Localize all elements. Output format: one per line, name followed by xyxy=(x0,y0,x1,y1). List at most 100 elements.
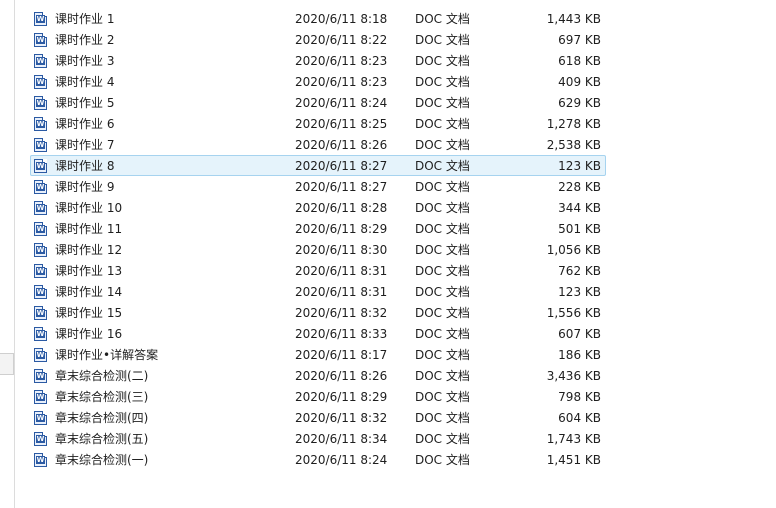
file-row[interactable]: W 课时作业 12 2020/6/11 8:30 DOC 文档 1,056 KB xyxy=(30,239,606,260)
file-size: 123 KB xyxy=(558,159,601,173)
navigation-pane xyxy=(0,0,15,508)
word-glyph: W xyxy=(36,372,45,380)
word-document-icon: W xyxy=(34,12,47,26)
file-row[interactable]: W 课时作业 6 2020/6/11 8:25 DOC 文档 1,278 KB xyxy=(30,113,606,134)
word-glyph: W xyxy=(36,162,45,170)
word-glyph: W xyxy=(36,309,45,317)
file-name: 课时作业 8 xyxy=(55,159,115,173)
word-glyph: W xyxy=(36,57,45,65)
file-name: 课时作业 11 xyxy=(55,222,123,236)
word-glyph: W xyxy=(36,456,45,464)
file-row[interactable]: W 课时作业 1 2020/6/11 8:18 DOC 文档 1,443 KB xyxy=(30,8,606,29)
file-row[interactable]: W 课时作业 3 2020/6/11 8:23 DOC 文档 618 KB xyxy=(30,50,606,71)
file-date-modified: 2020/6/11 8:29 xyxy=(295,390,388,404)
file-date-modified: 2020/6/11 8:24 xyxy=(295,453,388,467)
file-name: 课时作业 9 xyxy=(55,180,115,194)
file-date-modified: 2020/6/11 8:27 xyxy=(295,159,388,173)
file-size: 1,056 KB xyxy=(546,243,601,257)
file-size: 1,451 KB xyxy=(546,453,601,467)
word-document-icon: W xyxy=(34,411,47,425)
file-row[interactable]: W 章末综合检测(三) 2020/6/11 8:29 DOC 文档 798 KB xyxy=(30,386,606,407)
file-size: 604 KB xyxy=(558,411,601,425)
word-glyph: W xyxy=(36,120,45,128)
file-type: DOC 文档 xyxy=(415,12,470,26)
file-row[interactable]: W 课时作业 2 2020/6/11 8:22 DOC 文档 697 KB xyxy=(30,29,606,50)
file-row[interactable]: W 课时作业 8 2020/6/11 8:27 DOC 文档 123 KB xyxy=(30,155,606,176)
file-row[interactable]: W 章末综合检测(二) 2020/6/11 8:26 DOC 文档 3,436 … xyxy=(30,365,606,386)
file-name: 章末综合检测(一) xyxy=(55,453,149,467)
file-date-modified: 2020/6/11 8:25 xyxy=(295,117,388,131)
word-document-icon: W xyxy=(34,54,47,68)
file-type: DOC 文档 xyxy=(415,243,470,257)
word-document-icon: W xyxy=(34,222,47,236)
file-size: 1,743 KB xyxy=(546,432,601,446)
file-type: DOC 文档 xyxy=(415,222,470,236)
word-document-icon: W xyxy=(34,96,47,110)
word-document-icon: W xyxy=(34,75,47,89)
word-document-icon: W xyxy=(34,369,47,383)
word-document-icon: W xyxy=(34,390,47,404)
file-size: 344 KB xyxy=(558,201,601,215)
word-glyph: W xyxy=(36,204,45,212)
file-date-modified: 2020/6/11 8:23 xyxy=(295,54,388,68)
file-name: 章末综合检测(四) xyxy=(55,411,149,425)
file-size: 123 KB xyxy=(558,285,601,299)
word-glyph: W xyxy=(36,36,45,44)
word-document-icon: W xyxy=(34,138,47,152)
file-row[interactable]: W 章末综合检测(五) 2020/6/11 8:34 DOC 文档 1,743 … xyxy=(30,428,606,449)
file-date-modified: 2020/6/11 8:31 xyxy=(295,264,388,278)
file-type: DOC 文档 xyxy=(415,285,470,299)
file-date-modified: 2020/6/11 8:22 xyxy=(295,33,388,47)
file-row[interactable]: W 章末综合检测(一) 2020/6/11 8:24 DOC 文档 1,451 … xyxy=(30,449,606,470)
word-document-icon: W xyxy=(34,201,47,215)
file-type: DOC 文档 xyxy=(415,117,470,131)
file-date-modified: 2020/6/11 8:29 xyxy=(295,222,388,236)
word-document-icon: W xyxy=(34,33,47,47)
file-list: W 课时作业 1 2020/6/11 8:18 DOC 文档 1,443 KB … xyxy=(30,8,606,470)
file-size: 186 KB xyxy=(558,348,601,362)
file-size: 1,556 KB xyxy=(546,306,601,320)
file-size: 697 KB xyxy=(558,33,601,47)
file-row[interactable]: W 课时作业•详解答案 2020/6/11 8:17 DOC 文档 186 KB xyxy=(30,344,606,365)
file-row[interactable]: W 课时作业 9 2020/6/11 8:27 DOC 文档 228 KB xyxy=(30,176,606,197)
word-document-icon: W xyxy=(34,243,47,257)
file-row[interactable]: W 章末综合检测(四) 2020/6/11 8:32 DOC 文档 604 KB xyxy=(30,407,606,428)
word-document-icon: W xyxy=(34,348,47,362)
file-size: 607 KB xyxy=(558,327,601,341)
file-row[interactable]: W 课时作业 4 2020/6/11 8:23 DOC 文档 409 KB xyxy=(30,71,606,92)
file-name: 课时作业 2 xyxy=(55,33,115,47)
word-document-icon: W xyxy=(34,264,47,278)
file-type: DOC 文档 xyxy=(415,369,470,383)
file-size: 409 KB xyxy=(558,75,601,89)
file-type: DOC 文档 xyxy=(415,54,470,68)
file-row[interactable]: W 课时作业 15 2020/6/11 8:32 DOC 文档 1,556 KB xyxy=(30,302,606,323)
file-name: 课时作业 13 xyxy=(55,264,123,278)
file-type: DOC 文档 xyxy=(415,306,470,320)
file-row[interactable]: W 课时作业 5 2020/6/11 8:24 DOC 文档 629 KB xyxy=(30,92,606,113)
word-glyph: W xyxy=(36,288,45,296)
word-glyph: W xyxy=(36,78,45,86)
word-document-icon: W xyxy=(34,453,47,467)
word-document-icon: W xyxy=(34,285,47,299)
file-size: 3,436 KB xyxy=(546,369,601,383)
file-row[interactable]: W 课时作业 11 2020/6/11 8:29 DOC 文档 501 KB xyxy=(30,218,606,239)
file-size: 228 KB xyxy=(558,180,601,194)
file-row[interactable]: W 课时作业 10 2020/6/11 8:28 DOC 文档 344 KB xyxy=(30,197,606,218)
file-size: 2,538 KB xyxy=(546,138,601,152)
file-size: 618 KB xyxy=(558,54,601,68)
file-row[interactable]: W 课时作业 13 2020/6/11 8:31 DOC 文档 762 KB xyxy=(30,260,606,281)
file-size: 798 KB xyxy=(558,390,601,404)
word-document-icon: W xyxy=(34,159,47,173)
file-row[interactable]: W 课时作业 7 2020/6/11 8:26 DOC 文档 2,538 KB xyxy=(30,134,606,155)
file-type: DOC 文档 xyxy=(415,327,470,341)
pane-splitter-handle[interactable] xyxy=(0,353,14,375)
word-document-icon: W xyxy=(34,432,47,446)
file-row[interactable]: W 课时作业 14 2020/6/11 8:31 DOC 文档 123 KB xyxy=(30,281,606,302)
file-name: 章末综合检测(五) xyxy=(55,432,149,446)
file-type: DOC 文档 xyxy=(415,264,470,278)
word-glyph: W xyxy=(36,267,45,275)
file-row[interactable]: W 课时作业 16 2020/6/11 8:33 DOC 文档 607 KB xyxy=(30,323,606,344)
file-type: DOC 文档 xyxy=(415,348,470,362)
file-type: DOC 文档 xyxy=(415,159,470,173)
file-name: 课时作业 15 xyxy=(55,306,123,320)
